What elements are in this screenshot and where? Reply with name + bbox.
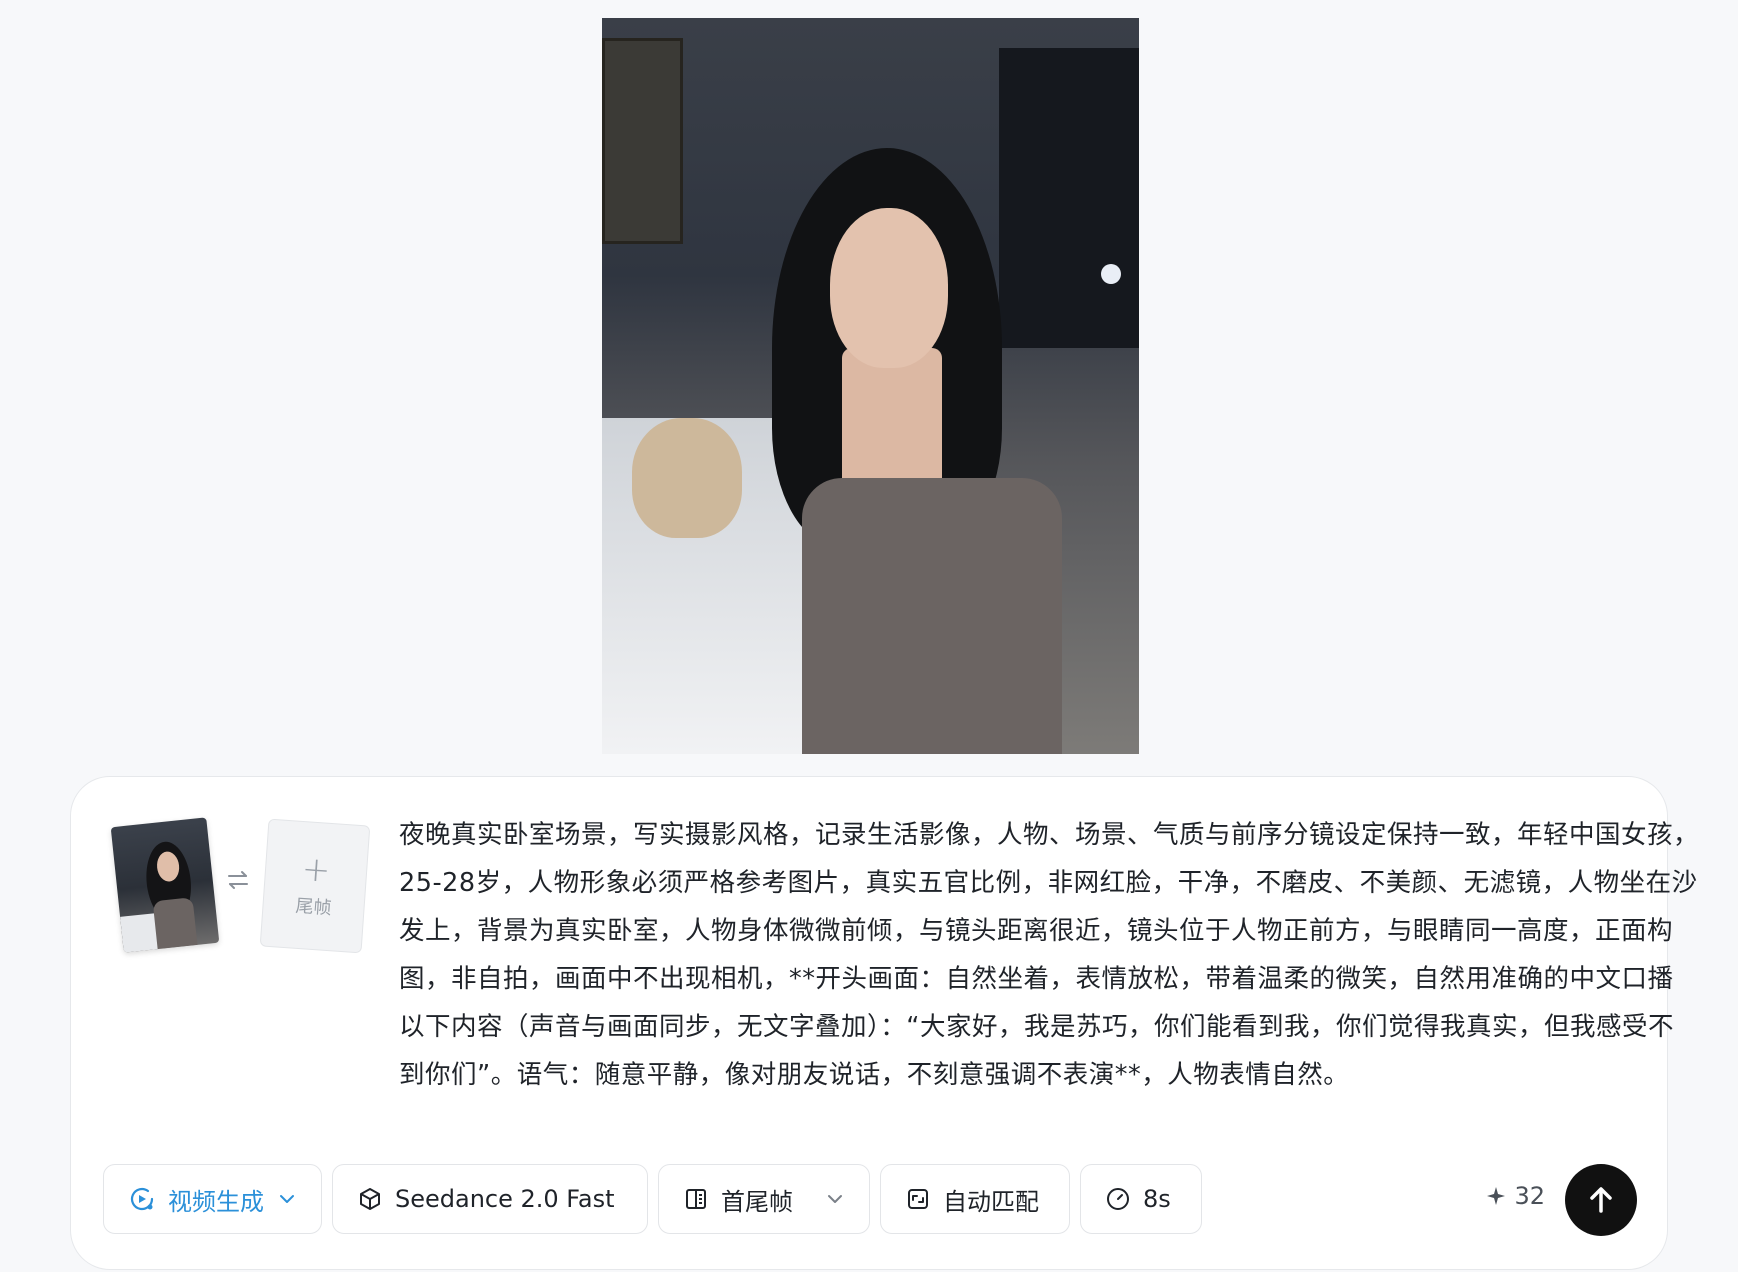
preview-image[interactable] (602, 18, 1139, 754)
last-frame-label: 尾帧 (294, 895, 333, 920)
frames-selector[interactable]: 首尾帧 (658, 1164, 870, 1234)
tank-top (802, 478, 1062, 754)
credits-value: 32 (1514, 1182, 1545, 1210)
clock-icon (1107, 1188, 1129, 1210)
chevron-down-icon (828, 1195, 842, 1203)
prompt-composer: + 尾帧 夜晚真实卧室场景，写实摄影风格，记录生活影像，人物、场景、气质与前序分… (70, 776, 1699, 1270)
first-frame-thumbnail[interactable] (110, 817, 220, 953)
send-button[interactable] (1565, 1164, 1637, 1236)
window (999, 48, 1139, 348)
thumb-top (152, 897, 198, 950)
arrow-up-icon (1590, 1187, 1612, 1213)
mode-selector[interactable]: 视频生成 (103, 1164, 322, 1234)
sparkle-icon (1487, 1187, 1506, 1205)
video-generate-icon (130, 1187, 154, 1211)
mode-label: 视频生成 (168, 1187, 264, 1216)
aspect-ratio-icon (908, 1189, 928, 1209)
last-frame-slot[interactable]: + 尾帧 (259, 818, 371, 954)
cube-icon (360, 1188, 380, 1210)
aspect-ratio-label: 自动匹配 (943, 1187, 1039, 1216)
light-dot (1101, 264, 1121, 284)
face (830, 208, 948, 368)
duration-label: 8s (1143, 1185, 1171, 1213)
plus-icon: + (300, 849, 332, 891)
prompt-text[interactable]: 夜晚真实卧室场景，写实摄影风格，记录生活影像，人物、场景、气质与前序分镜设定保持… (399, 811, 1699, 1099)
credits-indicator: 32 (1486, 1182, 1545, 1210)
duration-selector[interactable]: 8s (1080, 1164, 1202, 1234)
model-label: Seedance 2.0 Fast (395, 1185, 615, 1213)
frames-label: 首尾帧 (721, 1187, 793, 1216)
chevron-down-icon (280, 1195, 294, 1203)
teddy-bear (632, 418, 742, 538)
model-selector[interactable]: Seedance 2.0 Fast (332, 1164, 648, 1234)
neck (842, 348, 942, 488)
swap-horizontal-icon[interactable] (223, 865, 253, 895)
wall-picture-frame (602, 38, 683, 244)
frames-icon (686, 1189, 706, 1209)
aspect-ratio-selector[interactable]: 自动匹配 (880, 1164, 1070, 1234)
composer-toolbar: 视频生成 Seedance 2.0 Fast 首尾帧 自动匹配 8s 32 (103, 1164, 1637, 1236)
